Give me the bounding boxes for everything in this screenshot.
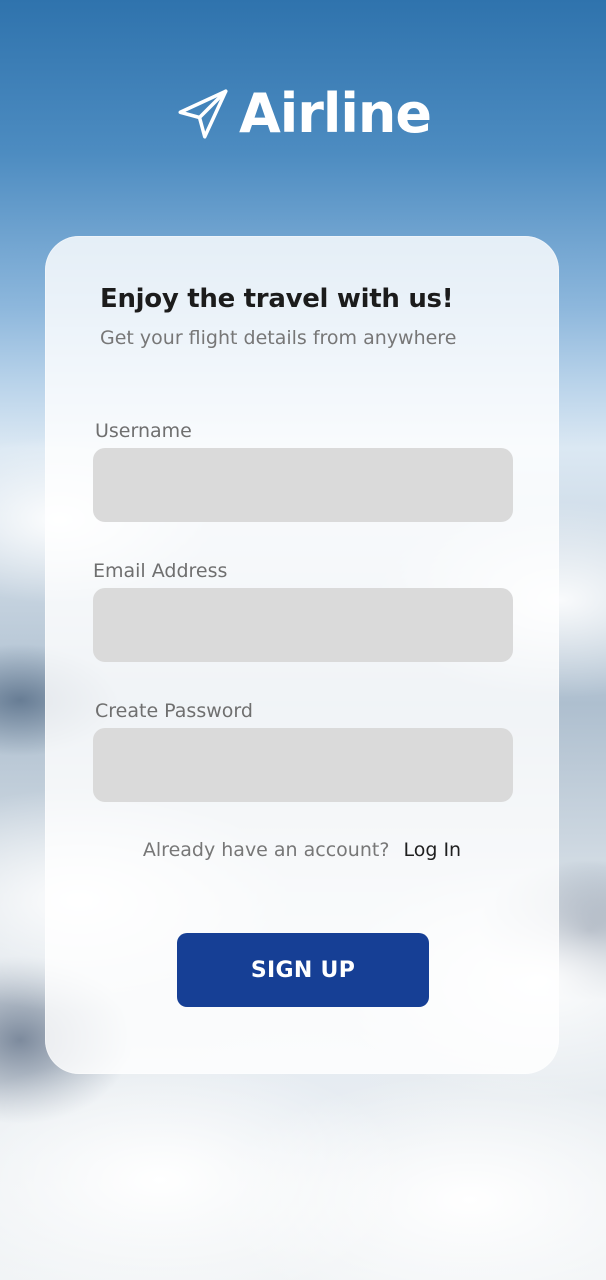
account-question: Already have an account? [142,839,390,861]
signup-subtitle: Get your flight details from anywhere [100,327,457,349]
signup-card: Enjoy the travel with us! Get your fligh… [45,236,559,1074]
email-input[interactable] [93,588,513,662]
email-label: Email Address [93,560,228,582]
login-prompt-row: Already have an account? Log In [45,839,559,861]
login-link[interactable]: Log In [403,839,461,861]
signup-headline: Enjoy the travel with us! [100,284,454,314]
app-logo: Airline [0,86,606,142]
app-name: Airline [238,82,432,145]
username-input[interactable] [93,448,513,522]
password-input[interactable] [93,728,513,802]
sign-up-button[interactable]: SIGN UP [177,933,429,1007]
password-label: Create Password [95,700,253,722]
paper-plane-icon [178,89,228,139]
username-label: Username [95,420,192,442]
